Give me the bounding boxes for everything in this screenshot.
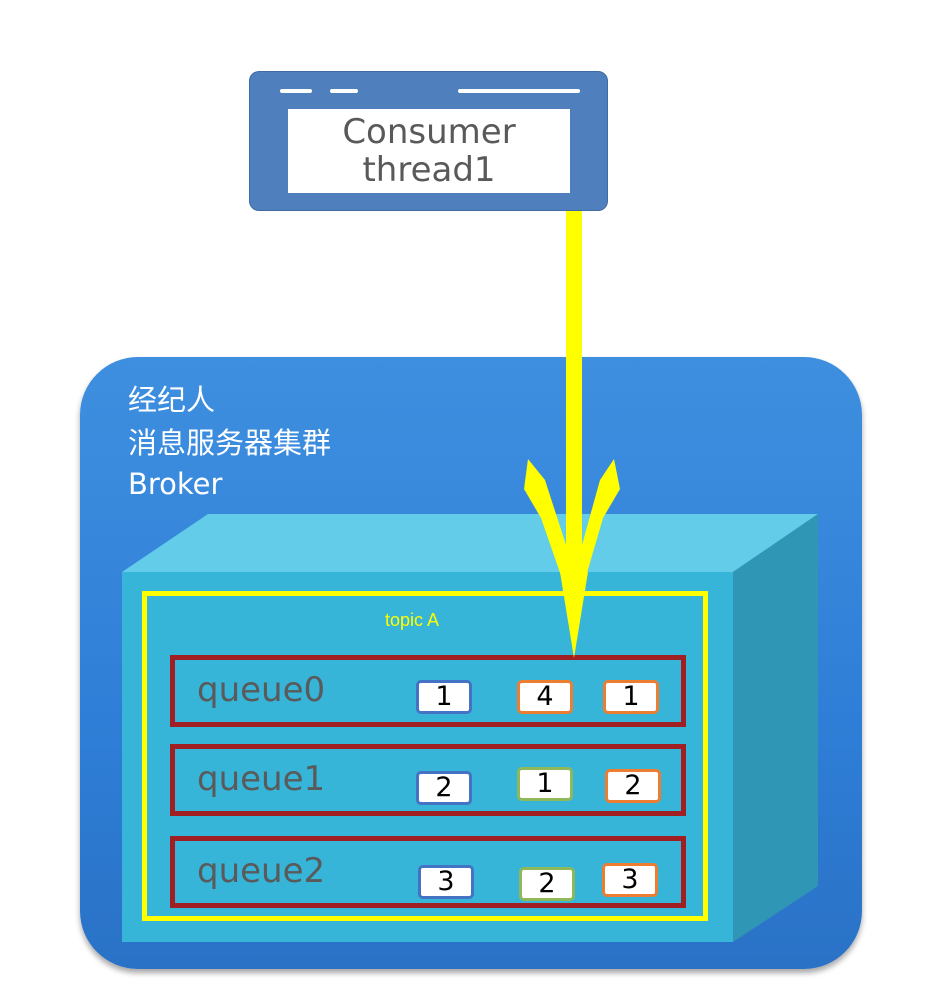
arrow-shaft [566, 211, 582, 581]
arrow-barb-left [524, 459, 566, 590]
pull-arrow [524, 211, 620, 658]
arrow-barb-right [582, 459, 620, 590]
arrow-tip [560, 572, 588, 658]
